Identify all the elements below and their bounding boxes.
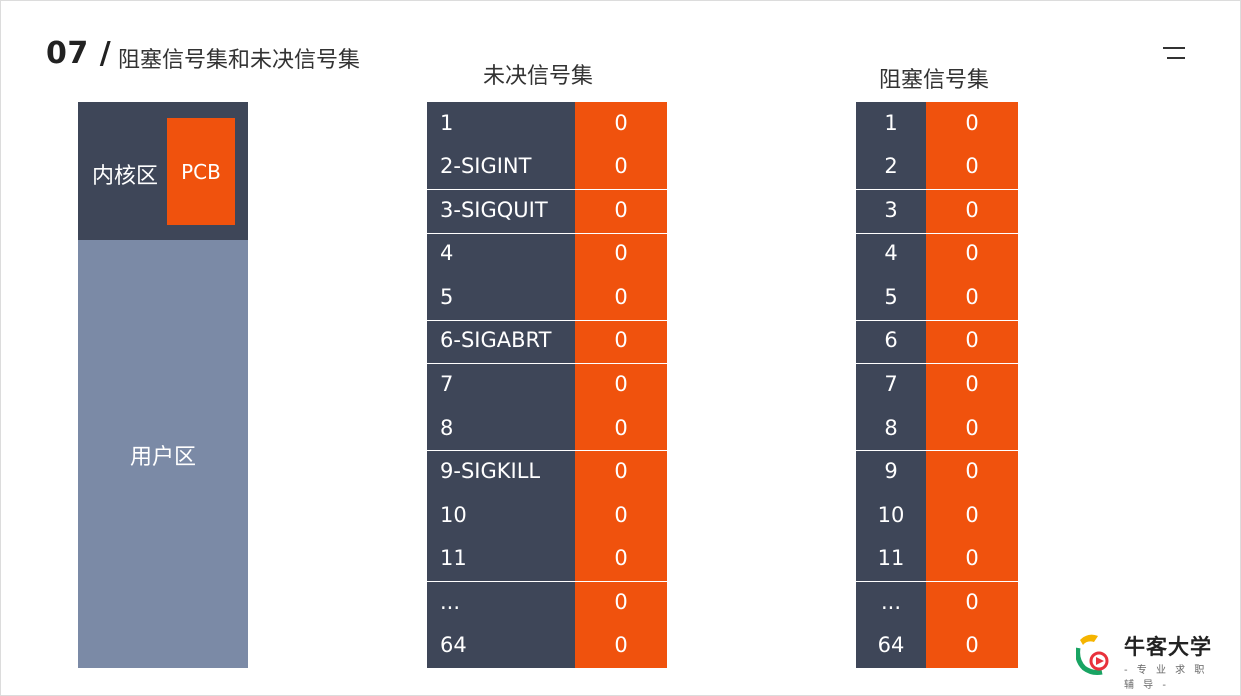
blocked-bit-value: 0 [965,502,979,527]
blocked-bit-value: 0 [965,459,979,484]
blocked-signal-label: 8 [884,415,898,440]
pending-bit-value: 0 [614,589,628,614]
blocked-bit-value: 0 [965,197,979,222]
blocked-bit-value: 0 [965,371,979,396]
blocked-bit-value: 0 [965,154,979,179]
pending-signal-label: 6-SIGABRT [440,328,552,353]
section-number: 07 / [46,36,112,71]
blocked-group-divider [856,580,1018,582]
blocked-row-group: 1 0 2 0 [856,102,1018,190]
blocked-bit-value: 0 [965,589,979,614]
pending-bit-value: 0 [614,502,628,527]
blocked-row-group: 60 [856,319,1018,364]
pending-bit-value: 0 [614,241,628,266]
pending-bit-value: 0 [614,371,628,396]
pending-bit-value: 0 [614,415,628,440]
pending-row-group: ... 0 64 0 [427,580,667,668]
pending-row-group: 4 0 5 0 [427,232,667,320]
pending-bit-value: 0 [614,633,628,658]
kernel-area-label: 内核区 [92,164,159,189]
niuke-logo: 牛客大学 - 专 业 求 职 辅 导 - [1076,628,1226,691]
blocked-group-divider [856,450,1018,452]
page-title: 阻塞信号集和未决信号集 [118,48,361,73]
pending-signal-label: 3-SIGQUIT [440,197,548,222]
pending-bit-value: 0 [614,546,628,571]
pending-group-divider [427,363,667,365]
logo-name: 牛客大学 [1124,635,1212,659]
blocked-signal-label: 3 [884,197,898,222]
pcb-block: PCB [167,118,235,225]
pending-bit-value: 0 [614,197,628,222]
blocked-row-group: 4 0 5 0 [856,232,1018,320]
blocked-group-divider [856,363,1018,365]
pending-bit-value: 0 [614,110,628,135]
blocked-signal-label: 9 [884,459,898,484]
pending-signal-label: 11 [440,546,467,571]
pending-bit-value: 0 [614,328,628,353]
pending-signal-label: 9-SIGKILL [440,459,541,484]
pending-bit-value: 0 [614,154,628,179]
blocked-bit-value: 0 [965,546,979,571]
blocked-signal-label: 1 [884,110,898,135]
blocked-signal-label: 64 [877,633,905,658]
blocked-signal-label: 5 [884,284,898,309]
pending-signal-label: 4 [440,241,454,266]
pending-row-group: 3-SIGQUIT 0 [427,189,667,233]
blocked-set-table: 1 0 2 0 3 0 4 0 5 0 6 0 7 0 8 0 9 0 10 0 11 0... 0 64 0 [856,102,1018,668]
blocked-set-title: 阻塞信号集 [879,68,990,93]
niuke-logo-icon [1076,634,1109,675]
pending-bit-value: 0 [614,284,628,309]
pending-row-group: 6-SIGABRT 0 [427,319,667,364]
pending-signal-label: 7 [440,371,454,396]
blocked-signal-label: 7 [884,371,898,396]
user-area: 用户区 [78,240,248,668]
blocked-group-divider [856,189,1018,191]
user-area-label: 用户区 [129,445,196,470]
blocked-bit-value: 0 [965,633,979,658]
pending-signal-label: 8 [440,415,454,440]
pending-row-group: 7 0 8 0 [427,363,667,451]
pending-group-divider [427,580,667,582]
pending-set-table: 1 0 2-SIGINT 0 3-SIGQUIT 0 4 0 5 0 6-SIGABRT 0 7 0 8 0 9… [427,102,667,668]
pending-bit-value: 0 [614,459,628,484]
pending-signal-label: 10 [440,502,467,527]
blocked-signal-label: 11 [877,546,905,571]
pending-signal-label: 5 [440,284,454,309]
kernel-area: 内核区 PCB [78,102,248,240]
blocked-row-group: ... 0 64 0 [856,580,1018,668]
blocked-row-group: 7 0 8 0 [856,363,1018,451]
pending-signal-label: 1 [440,110,454,135]
pending-group-divider [427,450,667,452]
blocked-bit-value: 0 [965,328,979,353]
blocked-signal-label: 10 [877,502,905,527]
pending-signal-label: 64 [440,633,467,658]
blocked-signal-label: 2 [884,154,898,179]
menu-icon[interactable] [1163,47,1185,61]
blocked-row-group: 30 [856,189,1018,233]
blocked-bit-value: 0 [965,284,979,309]
blocked-group-divider [856,232,1018,234]
pending-signal-label: 2-SIGINT [440,154,532,179]
blocked-signal-label: ... [880,589,902,614]
blocked-group-divider [856,319,1018,321]
pending-row-group: 9-SIGKILL 0 10 0 11 0 [427,450,667,581]
pending-group-divider [427,232,667,234]
process-memory-diagram: 内核区 PCB 用户区 [78,102,248,668]
blocked-bit-value: 0 [965,415,979,440]
logo-tagline: - 专 业 求 职 辅 导 - [1124,665,1208,691]
blocked-bit-value: 0 [965,110,979,135]
pending-signal-label: ... [440,589,461,614]
blocked-row-group: 9 0 10 0 11 0 [856,450,1018,581]
pending-row-group: 1 0 2-SIGINT 0 [427,102,667,190]
blocked-signal-label: 4 [884,241,898,266]
blocked-signal-label: 6 [884,328,898,353]
pending-group-divider [427,189,667,191]
pending-set-title: 未决信号集 [483,64,594,89]
pending-group-divider [427,319,667,321]
blocked-bit-value: 0 [965,241,979,266]
